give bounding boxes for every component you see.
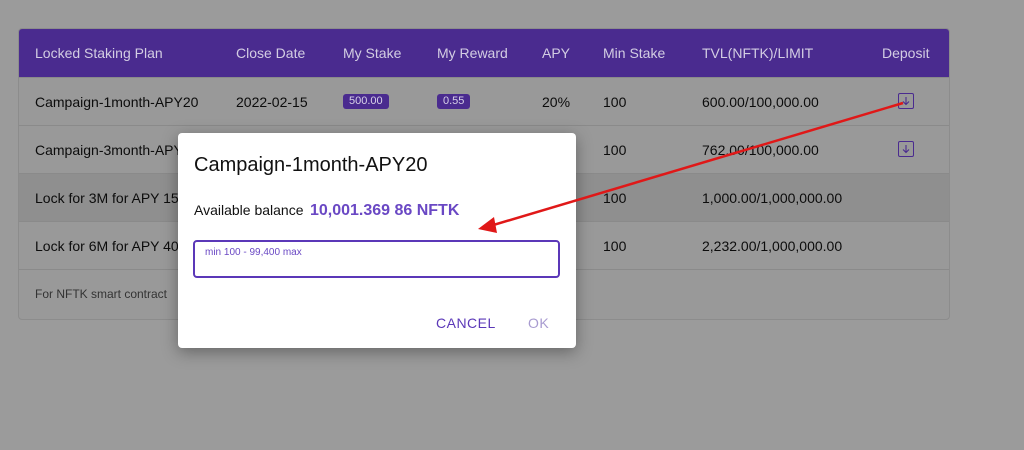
my-reward-badge: 0.55 <box>437 94 471 109</box>
cell-plan: Lock for 6M for APY 40 <box>35 238 179 254</box>
cell-close-date: 2022-02-15 <box>236 94 308 110</box>
amount-input[interactable] <box>205 244 545 260</box>
header-plan: Locked Staking Plan <box>35 45 163 61</box>
cell-plan: Campaign-3month-APY <box>35 142 183 158</box>
ok-button[interactable]: OK <box>528 315 549 331</box>
available-balance: Available balance 10,001.369 86 NFTK <box>194 202 459 220</box>
dialog-title: Campaign-1month-APY20 <box>194 154 428 176</box>
cell-tvl: 2,232.00/1,000,000.00 <box>702 238 843 254</box>
cell-plan: Lock for 3M for APY 15 <box>35 190 179 206</box>
cell-tvl: 1,000.00/1,000,000.00 <box>702 190 843 206</box>
cell-tvl: 762.00/100,000.00 <box>702 142 819 158</box>
header-deposit: Deposit <box>882 45 930 61</box>
footer-note: For NFTK smart contract <box>35 287 168 301</box>
deposit-arrow-down-icon[interactable] <box>898 93 914 109</box>
deposit-dialog: Campaign-1month-APY20 Available balance … <box>178 133 576 348</box>
my-stake-badge: 500.00 <box>343 94 389 109</box>
cancel-button[interactable]: CANCEL <box>436 315 496 331</box>
deposit-arrow-down-icon[interactable] <box>898 141 914 157</box>
cell-min-stake: 100 <box>603 190 627 206</box>
header-apy: APY <box>542 45 571 61</box>
table-row: Campaign-1month-APY20 2022-02-15 500.00 … <box>19 77 949 125</box>
cell-min-stake: 100 <box>603 142 627 158</box>
header-tvl: TVL(NFTK)/LIMIT <box>702 45 814 61</box>
header-min-stake: Min Stake <box>603 45 666 61</box>
cell-min-stake: 100 <box>603 94 627 110</box>
cell-plan: Campaign-1month-APY20 <box>35 94 199 110</box>
amount-field[interactable] <box>193 240 560 278</box>
cell-apy: 20% <box>542 94 571 110</box>
staking-page: Locked Staking Plan Close Date My Stake … <box>0 0 1024 450</box>
header-my-reward: My Reward <box>437 45 508 61</box>
table-header: Locked Staking Plan Close Date My Stake … <box>19 29 949 77</box>
balance-label: Available balance <box>194 202 304 218</box>
header-close-date: Close Date <box>236 45 306 61</box>
balance-value: 10,001.369 86 NFTK <box>309 202 460 219</box>
cell-tvl: 600.00/100,000.00 <box>702 94 819 110</box>
header-my-stake: My Stake <box>343 45 402 61</box>
cell-min-stake: 100 <box>603 238 627 254</box>
